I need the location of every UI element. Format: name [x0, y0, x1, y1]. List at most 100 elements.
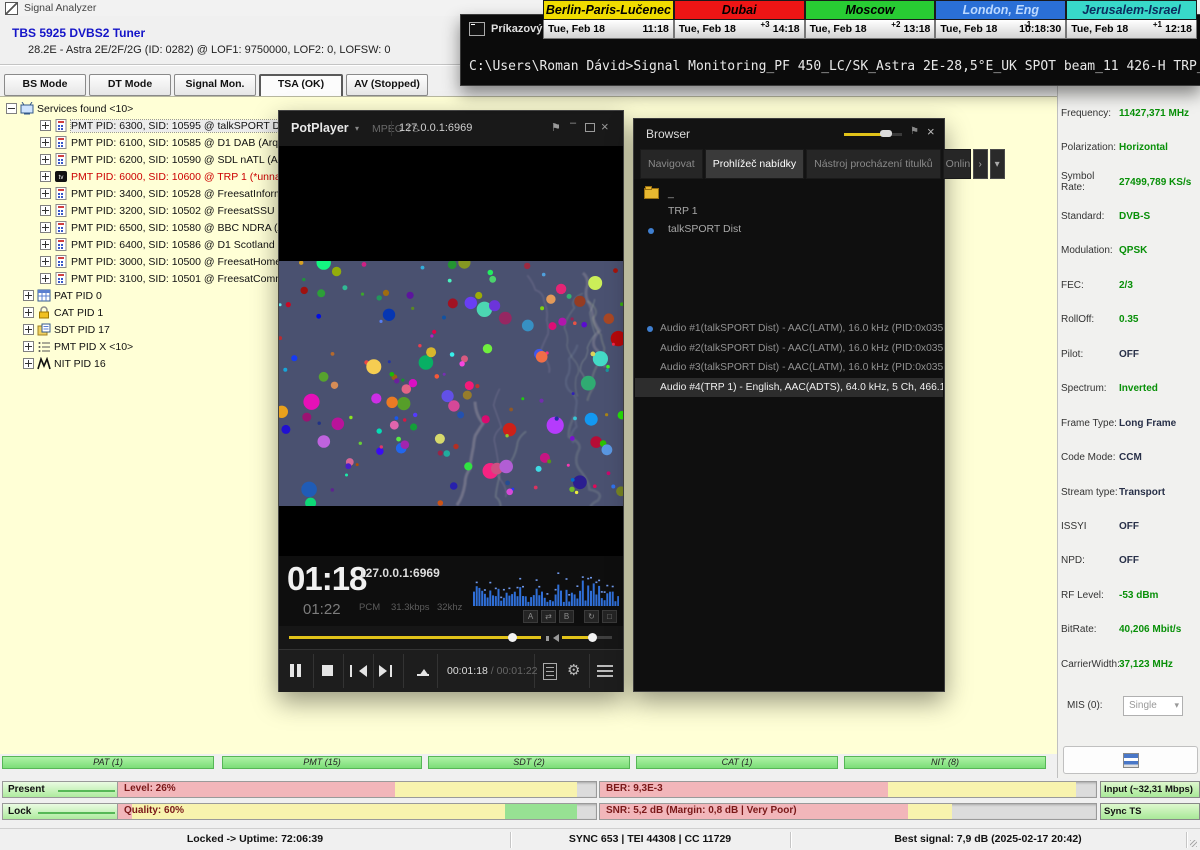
- browser-tab-2[interactable]: Nástroj procházení titulků: [806, 149, 940, 179]
- tree-service-row[interactable]: PMT PID: 6300, SID: 10595 @ talkSPORT Di…: [6, 117, 278, 134]
- audio-track-row[interactable]: Audio #2(talkSPORT Dist) - AAC(LATM), 16…: [635, 339, 943, 358]
- param-label: BitRate:: [1061, 624, 1119, 635]
- tree-service-row[interactable]: PMT PID: 6500, SID: 10580 @ BBC NDRA (Ar…: [6, 219, 278, 236]
- tree-service-row[interactable]: PMT PID: 6100, SID: 10585 @ D1 DAB (Arqi…: [6, 134, 278, 151]
- expand-box-icon[interactable]: [40, 188, 51, 199]
- expand-box-icon[interactable]: [40, 154, 51, 165]
- tree-table-row[interactable]: PAT PID 0: [6, 287, 278, 304]
- folder-icon[interactable]: [644, 188, 659, 199]
- param-row: Modulation:QPSK: [1061, 234, 1197, 268]
- gear-icon[interactable]: ⚙: [567, 661, 580, 679]
- pmt-table-icon: [54, 204, 68, 217]
- seek-handle[interactable]: [508, 633, 517, 642]
- tree-root-row[interactable]: Services found <10>: [6, 100, 278, 117]
- mode-button-dt-mode[interactable]: DT Mode: [89, 74, 171, 96]
- tree-service-row[interactable]: PMT PID: 6200, SID: 10590 @ SDL nATL (Ar…: [6, 151, 278, 168]
- pause-button[interactable]: [297, 664, 301, 677]
- table-view-button[interactable]: [1063, 746, 1198, 774]
- opacity-slider-handle[interactable]: [880, 130, 892, 137]
- tree-service-row[interactable]: tvPMT PID: 6000, SID: 10600 @ TRP 1 (*un…: [6, 168, 278, 185]
- player-titlebar[interactable]: PotPlayer ▾ MPEG TS 127.0.0.1:6969 ⚑ – ×: [279, 111, 623, 146]
- player-mini-button-1[interactable]: ⇄: [541, 610, 556, 623]
- tree-table-row[interactable]: PMT PID X <10>: [6, 338, 278, 355]
- player-mini-button-4[interactable]: □: [602, 610, 617, 623]
- terminal-prompt-line[interactable]: C:\Users\Roman Dávid>Signal Monitoring_P…: [469, 59, 1200, 74]
- expand-box-icon[interactable]: [40, 205, 51, 216]
- mode-button-av-stopped-[interactable]: AV (Stopped): [346, 74, 428, 96]
- param-row: Symbol Rate:27499,789 KS/s: [1061, 165, 1197, 199]
- previous-button[interactable]: [353, 665, 367, 677]
- tab-scroll-right-icon[interactable]: ›: [973, 149, 988, 179]
- expand-box-icon[interactable]: [40, 171, 51, 182]
- next-button[interactable]: [390, 665, 392, 677]
- seek-volume-row: [279, 626, 623, 649]
- divider: [313, 654, 314, 688]
- resize-grip[interactable]: [1190, 840, 1197, 847]
- pid-progress-nit-8-: NIT (8): [844, 756, 1046, 769]
- browser-tab-3[interactable]: Onlin: [943, 149, 971, 179]
- param-value: 27499,789 KS/s: [1119, 177, 1191, 188]
- tree-service-row[interactable]: PMT PID: 6400, SID: 10586 @ D1 Scotland …: [6, 236, 278, 253]
- volume-handle[interactable]: [588, 633, 597, 642]
- player-mini-button-2[interactable]: B: [559, 610, 574, 623]
- pin-icon[interactable]: ⚑: [910, 126, 919, 137]
- expand-box-icon[interactable]: [40, 273, 51, 284]
- browser-tab-0[interactable]: Navigovat: [640, 149, 703, 179]
- mode-button-bs-mode[interactable]: BS Mode: [4, 74, 86, 96]
- close-icon[interactable]: ×: [601, 119, 609, 134]
- tree-service-row[interactable]: PMT PID: 3100, SID: 10501 @ FreesatCommo…: [6, 270, 278, 287]
- expand-box-icon[interactable]: [23, 307, 34, 318]
- player-mini-button-0[interactable]: A: [523, 610, 538, 623]
- expand-box-icon[interactable]: [23, 290, 34, 301]
- pause-button[interactable]: [290, 664, 294, 677]
- clock-city-label: Dubai: [674, 0, 805, 20]
- eject-button[interactable]: [417, 674, 429, 676]
- expand-box-icon[interactable]: [40, 239, 51, 250]
- tree-table-row[interactable]: NIT PID 16: [6, 355, 278, 372]
- tree-table-row[interactable]: CAT PID 1: [6, 304, 278, 321]
- browser-item-talksport[interactable]: talkSPORT Dist: [668, 223, 741, 235]
- mode-button-signal-mon-[interactable]: Signal Mon.: [174, 74, 256, 96]
- collapse-box-icon[interactable]: [6, 103, 17, 114]
- maximize-icon[interactable]: [585, 123, 595, 132]
- chevron-down-icon[interactable]: ▾: [355, 124, 359, 133]
- tab-list-dropdown-icon[interactable]: ▾: [990, 149, 1005, 179]
- stop-button[interactable]: [322, 665, 333, 676]
- previous-button[interactable]: [350, 665, 352, 677]
- browser-item-trp1[interactable]: TRP 1: [668, 205, 698, 217]
- audio-track-row[interactable]: Audio #1(talkSPORT Dist) - AAC(LATM), 16…: [635, 319, 943, 338]
- flag-line: [58, 790, 115, 792]
- minimize-icon[interactable]: –: [570, 117, 576, 129]
- player-mini-button-3[interactable]: ↻: [584, 610, 599, 623]
- expand-box-icon[interactable]: [40, 222, 51, 233]
- browser-tab-1[interactable]: Prohlížeč nabídky: [705, 149, 804, 179]
- audio-track-row[interactable]: Audio #4(TRP 1) - English, AAC(ADTS), 64…: [635, 378, 943, 397]
- potplayer-window[interactable]: PotPlayer ▾ MPEG TS 127.0.0.1:6969 ⚑ – ×…: [278, 110, 624, 692]
- expand-box-icon[interactable]: [40, 256, 51, 267]
- expand-box-icon[interactable]: [23, 324, 34, 335]
- tree-service-row[interactable]: PMT PID: 3400, SID: 10528 @ FreesatInfor…: [6, 185, 278, 202]
- video-area[interactable]: [279, 146, 623, 556]
- hamburger-menu-icon[interactable]: [597, 665, 613, 667]
- mode-button-tsa-ok-[interactable]: TSA (OK): [259, 74, 343, 98]
- position-time-display: 00:01:18 / 00:01:22: [447, 665, 538, 677]
- pin-icon[interactable]: ⚑: [551, 121, 561, 134]
- speaker-icon[interactable]: [549, 634, 559, 642]
- folder-up-item[interactable]: _: [668, 187, 674, 199]
- browser-window[interactable]: Browser ⚑ × NavigovatProhlížeč nabídkyNá…: [633, 118, 945, 692]
- tree-table-row[interactable]: SDT PID 17: [6, 321, 278, 338]
- clock-time: 14:18: [773, 23, 800, 35]
- expand-box-icon[interactable]: [23, 341, 34, 352]
- close-icon[interactable]: ×: [927, 124, 935, 139]
- tree-service-row[interactable]: PMT PID: 3000, SID: 10500 @ FreesatHome …: [6, 253, 278, 270]
- expand-box-icon[interactable]: [40, 137, 51, 148]
- param-row: NPD:OFF: [1061, 544, 1197, 578]
- tree-service-row[interactable]: PMT PID: 3200, SID: 10502 @ FreesatSSU (…: [6, 202, 278, 219]
- param-label: Pilot:: [1061, 349, 1119, 360]
- playlist-icon[interactable]: [543, 663, 557, 680]
- mis-dropdown[interactable]: Single ▾: [1123, 696, 1183, 716]
- present-flag-label: Present: [8, 784, 45, 795]
- expand-box-icon[interactable]: [40, 120, 51, 131]
- audio-track-row[interactable]: Audio #3(talkSPORT Dist) - AAC(LATM), 16…: [635, 358, 943, 377]
- expand-box-icon[interactable]: [23, 358, 34, 369]
